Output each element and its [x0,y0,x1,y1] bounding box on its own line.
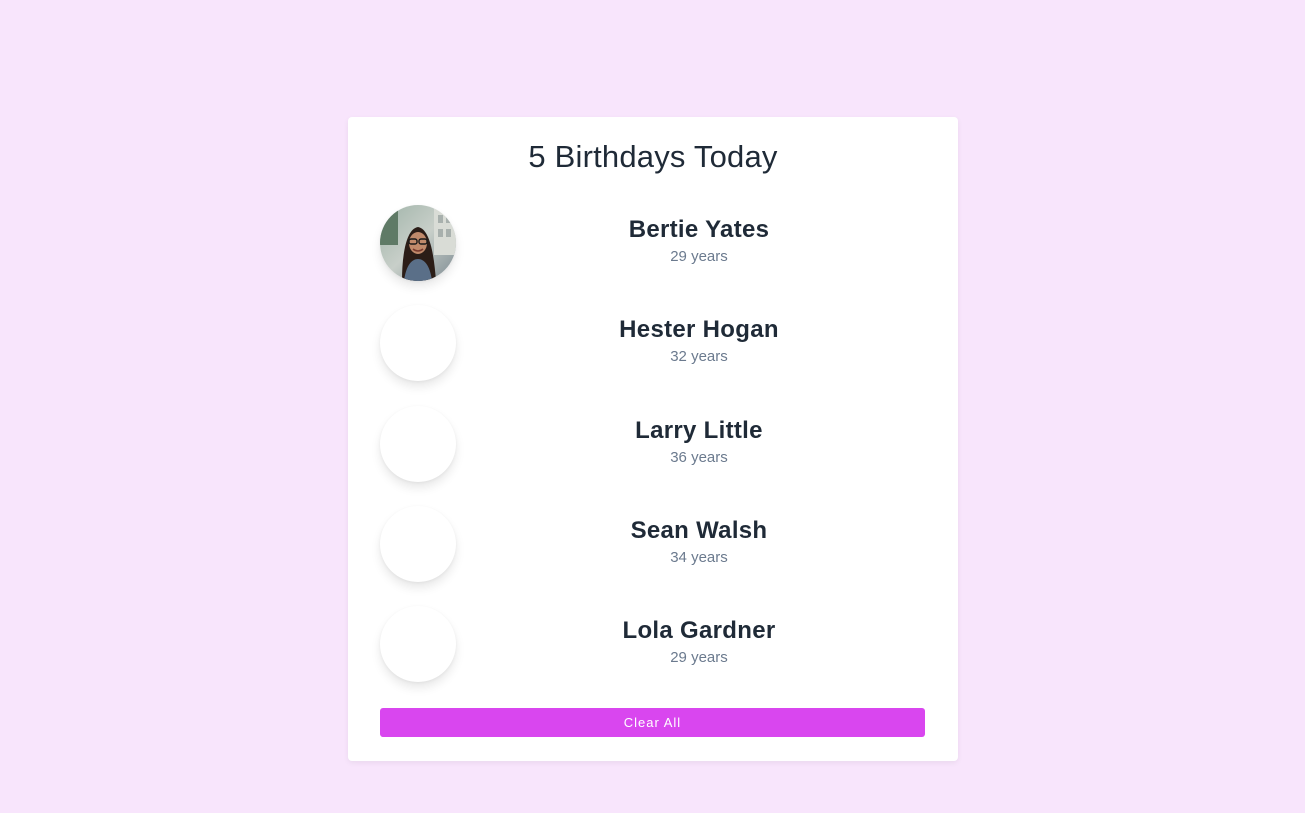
list-item: Hester Hogan 32 years [380,305,926,383]
avatar [380,606,456,682]
list-item: Larry Little 36 years [380,406,926,484]
avatar [380,506,456,582]
person-name: Lola Gardner [622,617,776,644]
person-info: Sean Walsh 34 years [570,516,828,567]
birthday-card: 5 Birthdays Today Bertie Yates 29 years … [348,117,958,761]
person-age: 29 years [670,248,728,265]
person-age: 36 years [670,449,728,466]
person-name: Sean Walsh [630,517,768,544]
person-info: Larry Little 36 years [570,416,828,467]
person-photo-icon [380,205,456,281]
page-title: 5 Birthdays Today [528,139,778,174]
avatar [380,205,456,281]
list-item: Bertie Yates 29 years [380,205,926,283]
person-age: 34 years [670,549,728,566]
person-name: Larry Little [635,417,763,444]
list-item: Lola Gardner 29 years [380,606,926,684]
person-age: 32 years [670,348,728,365]
person-info: Hester Hogan 32 years [570,315,828,366]
clear-all-button[interactable]: Clear All [380,708,925,737]
person-info: Lola Gardner 29 years [570,616,828,667]
avatar [380,406,456,482]
list-item: Sean Walsh 34 years [380,506,926,584]
person-info: Bertie Yates 29 years [570,215,828,266]
person-name: Bertie Yates [628,216,770,243]
person-age: 29 years [670,649,728,666]
person-name: Hester Hogan [619,316,779,343]
avatar [380,305,456,381]
